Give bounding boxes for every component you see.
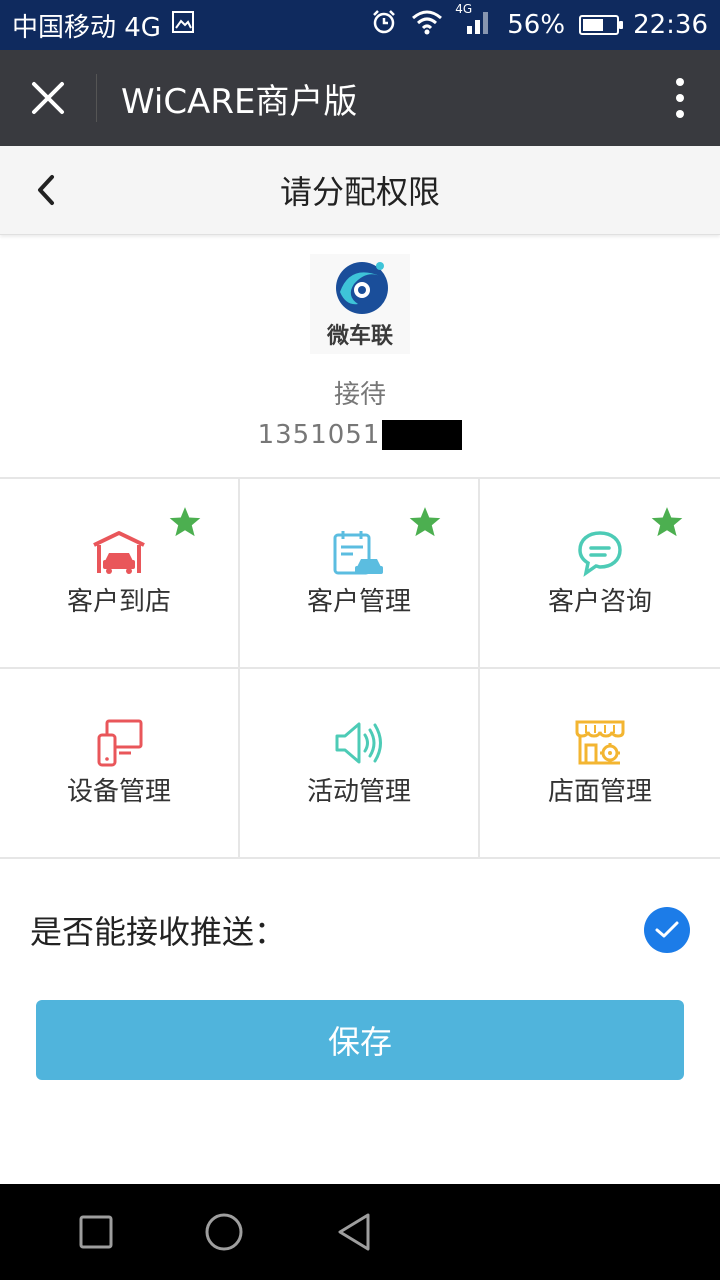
signal-icon: 4G (455, 2, 493, 43)
back-nav-button[interactable] (334, 1212, 374, 1252)
storefront-gear-icon (575, 720, 625, 765)
redaction-bar (382, 420, 463, 450)
devices-icon (97, 719, 143, 767)
page-title: 请分配权限 (279, 173, 440, 211)
permission-label: 店面管理 (547, 777, 652, 807)
home-button[interactable] (204, 1212, 244, 1252)
status-bar: 中国移动 4G 4G 56% 22:36 (0, 0, 720, 50)
permission-label: 设备管理 (66, 777, 171, 807)
android-nav-bar (0, 1184, 720, 1280)
network-type-label: 4G (455, 1, 473, 16)
push-setting-row: 是否能接收推送： (30, 905, 690, 955)
square-icon (79, 1215, 113, 1249)
speaker-icon (335, 722, 382, 764)
star-icon (651, 507, 683, 537)
permission-customer-management[interactable]: 客户管理 (240, 479, 480, 669)
permission-device-management[interactable]: 设备管理 (0, 669, 240, 859)
user-role: 接待 (333, 380, 386, 410)
recent-apps-button[interactable] (76, 1212, 116, 1252)
image-icon (171, 10, 195, 41)
nav-bar: 请分配权限 (0, 146, 720, 235)
battery-icon (579, 15, 624, 35)
permission-label: 客户管理 (306, 587, 411, 617)
phone-number: 1351051 (257, 420, 381, 450)
push-setting-label: 是否能接收推送： (30, 913, 287, 951)
permission-label: 客户咨询 (547, 587, 652, 617)
wifi-icon (411, 9, 443, 42)
permission-label: 客户到店 (66, 587, 171, 617)
app-header: WiCARE商户版 (0, 50, 720, 146)
checkmark-icon (655, 921, 679, 938)
chevron-left-icon (38, 175, 54, 205)
close-icon (32, 82, 64, 114)
clock-time: 22:36 (633, 10, 708, 40)
permission-label: 活动管理 (306, 777, 411, 807)
company-logo: 微车联 (310, 254, 410, 354)
more-button[interactable] (640, 50, 720, 146)
battery-percent: 56% (507, 10, 566, 40)
permission-activity-management[interactable]: 活动管理 (240, 669, 480, 859)
user-phone: 1351051 (0, 420, 720, 450)
carrier-label: 中国移动 4G (12, 12, 161, 43)
permission-store-management[interactable]: 店面管理 (480, 669, 720, 859)
more-vertical-icon (676, 78, 684, 118)
circle-icon (205, 1213, 243, 1251)
user-profile: 微车联 接待 1351051 (0, 234, 720, 477)
logo-text: 微车联 (326, 324, 393, 349)
header-divider (96, 74, 97, 122)
permission-customer-arrival[interactable]: 客户到店 (0, 479, 240, 669)
star-icon (169, 507, 201, 537)
garage-car-icon (93, 531, 145, 574)
calendar-car-icon (333, 531, 383, 575)
chat-bubble-icon (578, 531, 622, 577)
close-button[interactable] (0, 50, 96, 146)
permission-grid: 客户到店 客户管理 客户咨询 设备管理 活动管理 店面管理 (0, 477, 720, 859)
permission-customer-consulting[interactable]: 客户咨询 (480, 479, 720, 669)
triangle-back-icon (338, 1213, 370, 1251)
alarm-icon (371, 9, 397, 42)
push-checkbox[interactable] (644, 907, 690, 953)
app-title: WiCARE商户版 (121, 81, 358, 122)
save-button[interactable]: 保存 (36, 1000, 684, 1080)
back-button[interactable] (26, 164, 66, 216)
star-icon (409, 507, 441, 537)
